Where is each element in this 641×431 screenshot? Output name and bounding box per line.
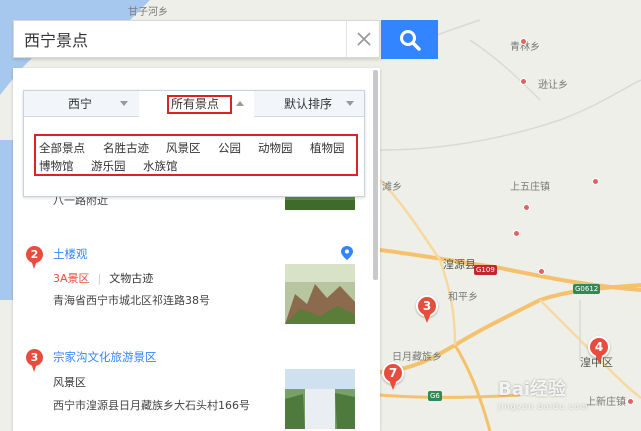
map-pin-7[interactable]: 7 bbox=[382, 362, 404, 392]
map-label-riyue: 日月藏族乡 bbox=[392, 352, 442, 363]
map-label-tanxiang: 滩乡 bbox=[382, 182, 402, 193]
map-pin-3[interactable]: 3 bbox=[416, 295, 438, 325]
filter-option[interactable]: 公园 bbox=[218, 141, 241, 155]
road-shield-g0612: G0612 bbox=[573, 284, 601, 294]
map-label-huangyuan: 湟源县 bbox=[443, 258, 476, 271]
filter-option[interactable]: 风景区 bbox=[166, 141, 201, 155]
result-category: 文物古迹 bbox=[109, 272, 154, 285]
filter-option[interactable]: 博物馆 bbox=[39, 159, 74, 173]
chevron-down-icon bbox=[120, 101, 128, 106]
map-poi-dot[interactable] bbox=[592, 178, 599, 185]
map-poi-dot[interactable] bbox=[627, 398, 634, 405]
map-label-wuzhuang: 上五庄镇 bbox=[510, 182, 550, 193]
search-button[interactable] bbox=[381, 20, 438, 59]
clear-search-button[interactable] bbox=[346, 21, 380, 57]
map-pin-4[interactable]: 4 bbox=[588, 336, 610, 366]
map-label-ganzihe: 甘子河乡 bbox=[128, 7, 168, 18]
search-box bbox=[13, 20, 380, 58]
road-shield-g109: G109 bbox=[474, 265, 497, 275]
chevron-down-icon bbox=[346, 101, 354, 106]
thumbnail-image bbox=[285, 369, 355, 429]
search-icon bbox=[399, 29, 421, 51]
result-title[interactable]: 宗家沟文化旅游景区 bbox=[53, 349, 157, 365]
location-icon[interactable] bbox=[341, 246, 353, 260]
filter-option[interactable]: 植物园 bbox=[310, 141, 345, 155]
result-thumbnail[interactable] bbox=[285, 369, 355, 429]
map-label-hepingxiang: 和平乡 bbox=[448, 292, 478, 303]
filter-option[interactable]: 水族馆 bbox=[143, 159, 178, 173]
result-item[interactable]: 2 土楼观 3A景区 | 文物古迹 青海省西宁市城北区祁连路38号 bbox=[13, 238, 363, 328]
map-label-xinzhuang: 上新庄镇 bbox=[586, 397, 626, 408]
result-category: 风景区 bbox=[53, 376, 86, 389]
filter-option[interactable]: 名胜古迹 bbox=[103, 141, 149, 155]
filter-option[interactable]: 全部景点 bbox=[39, 141, 85, 155]
watermark-url: jingyan.baidu.com bbox=[498, 402, 589, 411]
result-title[interactable]: 土楼观 bbox=[53, 246, 88, 262]
filter-tab-city[interactable]: 西宁 bbox=[24, 91, 139, 117]
map-poi-dot[interactable] bbox=[523, 204, 530, 211]
filter-dropdown: 西宁 所有景点 默认排序 全部景点 名胜古迹 风景区 公园 动物园 植物园 博物… bbox=[23, 90, 365, 197]
search-input[interactable] bbox=[14, 21, 344, 57]
map-poi-dot[interactable] bbox=[520, 78, 527, 85]
thumbnail-image bbox=[285, 264, 355, 324]
filter-tab-label: 默认排序 bbox=[284, 97, 333, 111]
result-marker: 3 bbox=[26, 349, 44, 375]
result-item[interactable]: 3 宗家沟文化旅游景区 风景区 西宁市湟源县日月藏族乡大石头村166号 bbox=[13, 343, 363, 431]
map-poi-dot[interactable] bbox=[513, 230, 520, 237]
result-thumbnail[interactable] bbox=[285, 264, 355, 324]
map-label-ganxian: 逊让乡 bbox=[538, 80, 568, 91]
close-icon bbox=[356, 32, 371, 46]
watermark-brand: Bai经验 bbox=[498, 379, 567, 400]
result-level: 3A景区 bbox=[53, 272, 90, 285]
filter-option[interactable]: 游乐园 bbox=[91, 159, 126, 173]
filter-options: 全部景点 名胜古迹 风景区 公园 动物园 植物园 博物馆 游乐园 水族馆 bbox=[34, 134, 358, 176]
filter-tab-label: 西宁 bbox=[68, 97, 93, 111]
baidu-jingyan-watermark: Bai经验 jingyan.baidu.com bbox=[498, 375, 589, 411]
chevron-up-icon bbox=[236, 101, 244, 106]
scrollbar[interactable] bbox=[373, 70, 378, 280]
result-marker: 2 bbox=[26, 246, 44, 272]
result-address: 青海省西宁市城北区祁连路38号 bbox=[53, 294, 210, 307]
result-meta: 3A景区 | 文物古迹 bbox=[53, 272, 154, 285]
filter-tab-sort[interactable]: 默认排序 bbox=[254, 91, 364, 117]
result-address: 西宁市湟源县日月藏族乡大石头村166号 bbox=[53, 399, 250, 412]
highlight-box bbox=[167, 95, 232, 114]
road-shield-g6: G6 bbox=[428, 391, 442, 401]
map-poi-dot[interactable] bbox=[520, 38, 527, 45]
filter-option[interactable]: 动物园 bbox=[258, 141, 293, 155]
map-poi-dot[interactable] bbox=[538, 268, 545, 275]
